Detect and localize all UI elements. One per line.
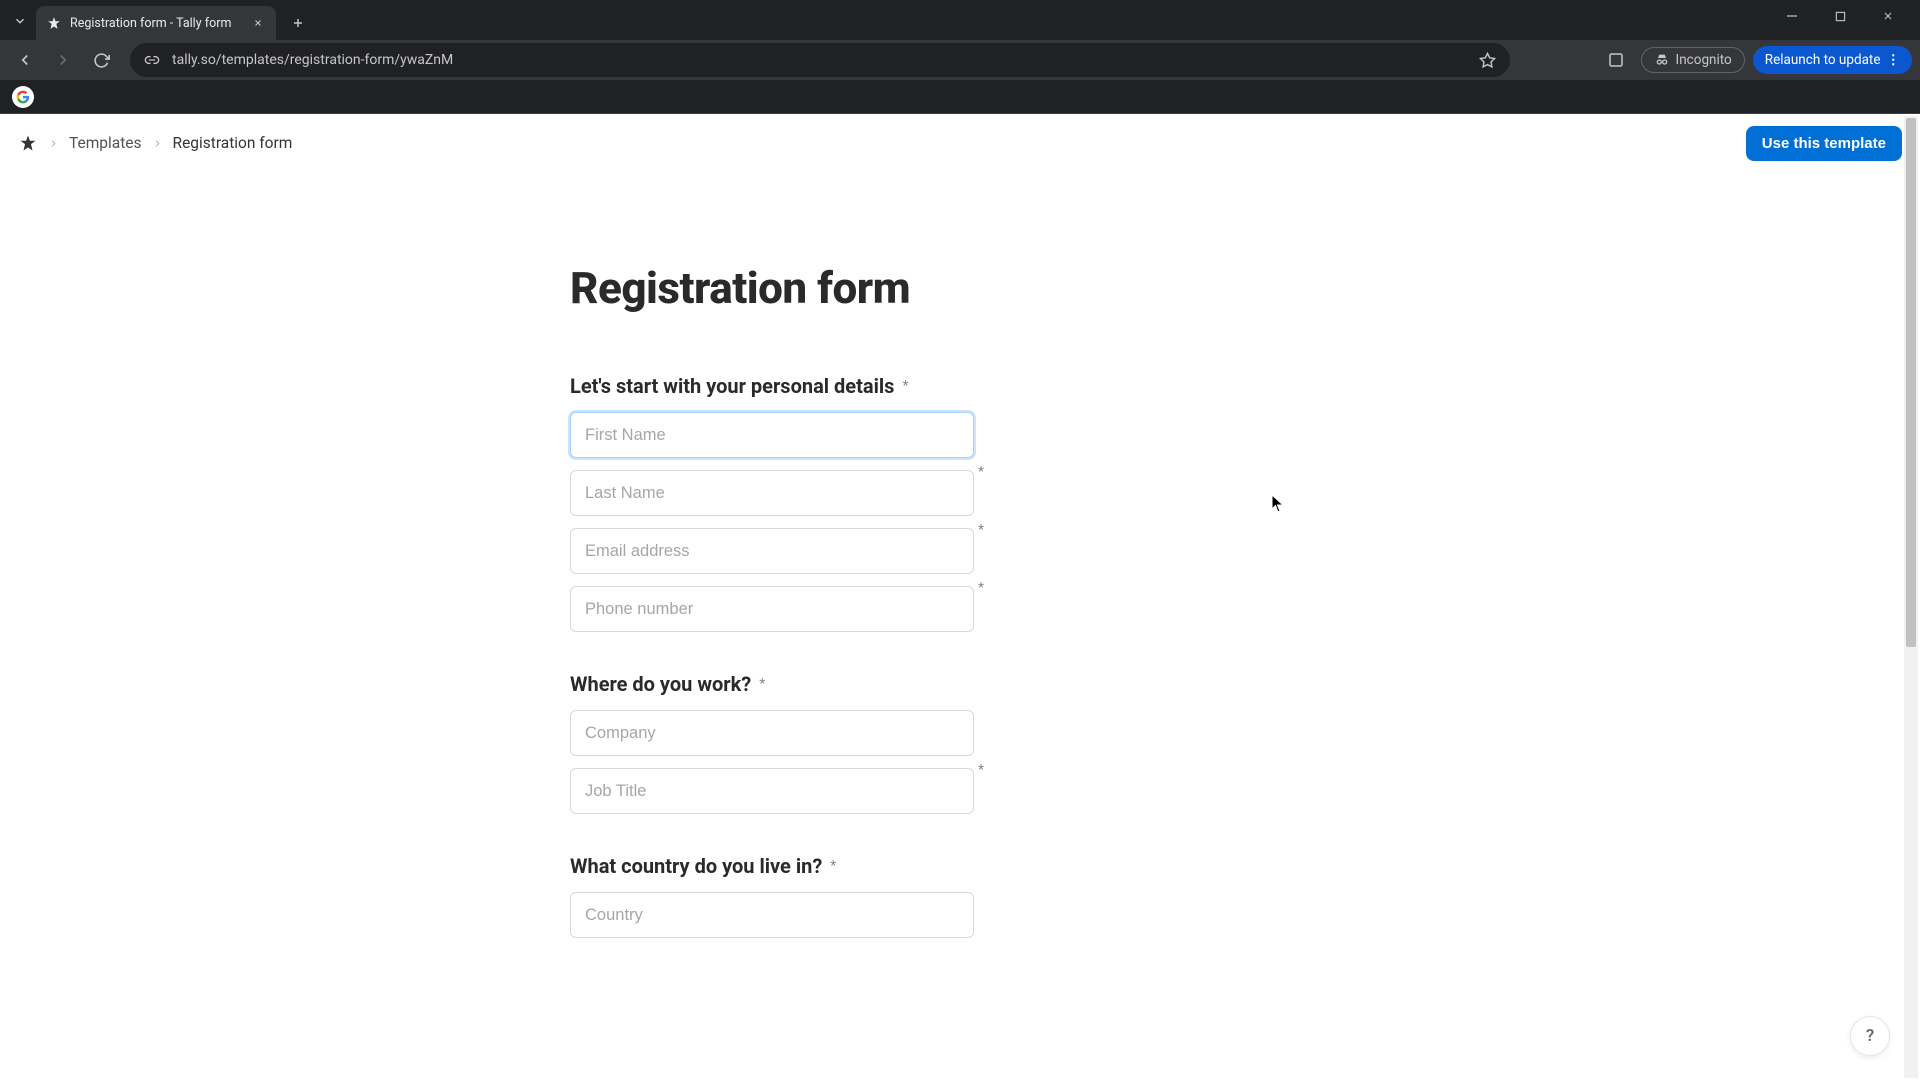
page-header: Templates Registration form Use this tem… (0, 114, 1920, 172)
kebab-menu-icon[interactable]: ⋮ (1887, 52, 1901, 68)
phone-input[interactable] (570, 586, 974, 632)
required-indicator: * (978, 762, 984, 778)
bookmark-star-icon[interactable] (1479, 52, 1496, 69)
extensions-icon[interactable] (1599, 47, 1633, 73)
required-indicator: * (759, 676, 765, 692)
breadcrumb: Templates Registration form (18, 133, 292, 153)
browser-tab-active[interactable]: Registration form - Tally form (36, 6, 276, 40)
tally-logo-icon[interactable] (18, 133, 38, 153)
reload-button[interactable] (84, 43, 118, 77)
bookmarks-bar (0, 80, 1920, 114)
section-personal-label: Let's start with your personal details * (570, 374, 1350, 398)
section-work-label: Where do you work? * (570, 672, 1350, 696)
required-indicator: * (978, 580, 984, 596)
field-phone: * (570, 586, 974, 632)
required-indicator: * (830, 858, 836, 874)
incognito-label: Incognito (1676, 52, 1732, 68)
incognito-indicator[interactable]: Incognito (1641, 47, 1745, 73)
chevron-right-icon (152, 138, 163, 149)
forward-button[interactable] (46, 43, 80, 77)
section-country-label: What country do you live in? * (570, 854, 1350, 878)
breadcrumb-current: Registration form (173, 134, 293, 152)
url-text: tally.so/templates/registration-form/ywa… (172, 52, 1467, 68)
field-job-title: * (570, 768, 974, 814)
breadcrumb-templates[interactable]: Templates (69, 134, 142, 152)
window-controls (1772, 2, 1920, 30)
relaunch-button[interactable]: Relaunch to update ⋮ (1753, 46, 1912, 74)
scrollbar-thumb[interactable] (1906, 118, 1916, 647)
chevron-right-icon (48, 138, 59, 149)
form-container: Registration form Let's start with your … (510, 172, 1410, 1010)
company-input[interactable] (570, 710, 974, 756)
job-title-input[interactable] (570, 768, 974, 814)
minimize-button[interactable] (1772, 2, 1812, 30)
scrollbar-track[interactable] (1904, 116, 1918, 1078)
relaunch-label: Relaunch to update (1765, 52, 1881, 68)
last-name-input[interactable] (570, 470, 974, 516)
site-info-icon[interactable] (144, 52, 160, 68)
bookmark-google-icon[interactable] (12, 86, 34, 108)
email-input[interactable] (570, 528, 974, 574)
close-window-button[interactable] (1868, 2, 1908, 30)
new-tab-button[interactable] (284, 9, 312, 37)
tab-favicon (46, 15, 62, 31)
field-last-name: * (570, 470, 974, 516)
field-company (570, 710, 974, 756)
browser-toolbar: tally.so/templates/registration-form/ywa… (0, 40, 1920, 80)
maximize-button[interactable] (1820, 2, 1860, 30)
required-indicator: * (978, 464, 984, 480)
close-icon[interactable] (250, 15, 266, 31)
tab-search-dropdown[interactable] (8, 8, 32, 34)
field-country (570, 892, 974, 938)
back-button[interactable] (8, 43, 42, 77)
field-email: * (570, 528, 974, 574)
browser-tab-strip: Registration form - Tally form (0, 0, 1920, 40)
page-viewport: Templates Registration form Use this tem… (0, 114, 1920, 1080)
field-first-name (570, 412, 974, 458)
url-bar[interactable]: tally.so/templates/registration-form/ywa… (130, 43, 1510, 77)
required-indicator: * (978, 522, 984, 538)
page-title: Registration form (570, 262, 1350, 314)
first-name-input[interactable] (570, 412, 974, 458)
country-input[interactable] (570, 892, 974, 938)
tab-title: Registration form - Tally form (70, 16, 242, 31)
help-button[interactable]: ? (1850, 1016, 1890, 1056)
required-indicator: * (902, 378, 908, 394)
use-template-button[interactable]: Use this template (1746, 126, 1902, 161)
